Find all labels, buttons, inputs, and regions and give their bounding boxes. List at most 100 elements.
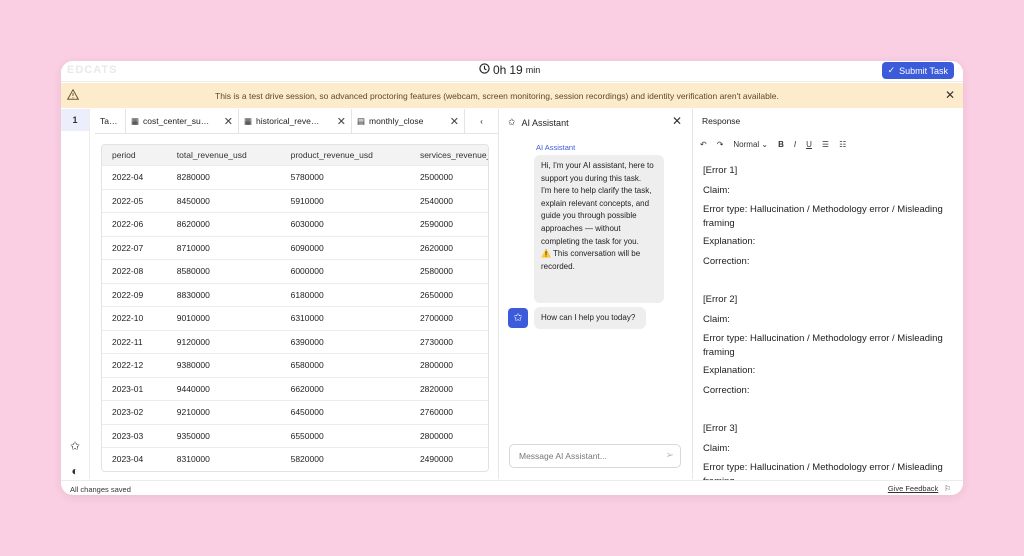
table-cell[interactable]: 9120000 [166,329,281,354]
bullet-list-icon[interactable]: ☷ [839,140,846,149]
table-cell[interactable]: 2560000 [409,470,488,471]
table-row[interactable]: 2022-08 8580000 6000000 2580000 [102,259,488,283]
table-row[interactable]: 2023-02 9210000 6450000 2760000 [102,400,488,424]
table-row[interactable]: 2023-03 9350000 6550000 2800000 [102,423,488,448]
table-row[interactable]: 2023-05854000059800002560000 [102,470,488,471]
panel-divider[interactable] [692,109,693,479]
response-editor[interactable]: [Error 1] Claim: Error type: Hallucination… [703,164,953,493]
tabs-scroll-left-button[interactable]: ‹ [465,109,498,133]
table-cell[interactable]: 6550000 [280,423,410,448]
table-row[interactable]: 2022-10 9010000 6310000 2700000 [102,306,488,330]
table-cell[interactable]: 2700000 [409,306,488,330]
give-feedback-link[interactable]: Give Feedback ⚐ [888,484,951,493]
column-header[interactable]: total_revenue_usd [166,145,281,166]
table-cell[interactable]: 8620000 [166,212,281,236]
column-header[interactable]: product_revenue_usd [280,145,410,166]
table-row[interactable]: 2022-11 9120000 6390000 2730000 [102,329,488,354]
close-banner-icon[interactable]: ✕ [945,88,955,102]
table-cell[interactable]: 9010000 [166,306,281,330]
table-cell[interactable]: 6310000 [280,306,410,330]
table-cell[interactable]: 5910000 [280,188,410,213]
table-row[interactable]: 2022-05 8450000 5910000 2540000 [102,188,488,213]
redo-icon[interactable]: ↷ [717,140,724,149]
table-cell[interactable]: 2500000 [409,165,488,189]
table-cell[interactable]: 2022-05 [102,188,167,213]
table-cell[interactable]: 8580000 [166,259,281,283]
table-cell[interactable]: 5820000 [280,447,410,471]
close-tab-icon[interactable]: ✕ [337,115,346,128]
table-row[interactable]: 2023-01 9440000 6620000 2820000 [102,376,488,401]
table-cell[interactable]: 6390000 [280,329,410,354]
table-cell[interactable]: 6090000 [280,235,410,260]
table-cell[interactable]: 9210000 [166,400,281,424]
table-row[interactable]: 2022-06 8620000 6030000 2590000 [102,212,488,236]
table-cell[interactable]: 2760000 [409,400,488,424]
table-cell[interactable]: 5980000 [280,470,410,471]
submit-task-button[interactable]: ✓ Submit Task [881,62,954,79]
contrast-icon[interactable]: ◐ [68,464,82,478]
table-cell[interactable]: 2730000 [409,329,488,354]
table-cell[interactable]: 2580000 [409,259,488,283]
table-cell[interactable]: 2650000 [409,282,488,307]
underline-icon[interactable]: U [806,140,812,149]
table-cell[interactable]: 2490000 [409,447,488,471]
table-cell[interactable]: 2800000 [409,423,488,448]
column-header[interactable]: services_revenue_usd [409,145,488,166]
close-tab-icon[interactable]: ✕ [450,115,459,128]
table-cell[interactable]: 2022-12 [102,353,167,377]
table-cell[interactable]: 8710000 [166,235,281,260]
table-cell[interactable]: 2023-03 [102,423,167,448]
sparkle-star-icon[interactable]: ✩ [68,439,82,453]
table-cell[interactable]: 2620000 [409,235,488,260]
ai-message-input[interactable]: Message AI Assistant... ➢ [509,444,681,468]
table-cell[interactable]: 2022-10 [102,306,167,330]
close-ai-panel-icon[interactable]: ✕ [672,114,682,128]
tab-cost-center-summary[interactable]: ▦ cost_center_summary ✕ [126,109,239,133]
table-cell[interactable]: 2022-09 [102,282,167,307]
table-cell[interactable]: 5780000 [280,165,410,189]
table-cell[interactable]: 2590000 [409,212,488,236]
table-cell[interactable]: 8540000 [166,470,281,471]
undo-icon[interactable]: ↶ [700,140,707,149]
table-cell[interactable]: 8310000 [166,447,281,471]
bold-icon[interactable]: B [778,140,784,149]
table-cell[interactable]: 2800000 [409,353,488,377]
table-cell[interactable]: 8830000 [166,282,281,307]
table-cell[interactable]: 2023-01 [102,376,167,401]
close-tab-icon[interactable]: ✕ [224,115,233,128]
table-cell[interactable]: 8450000 [166,188,281,213]
table-cell[interactable]: 2022-11 [102,329,167,354]
table-cell[interactable]: 6000000 [280,259,410,283]
table-cell[interactable]: 9380000 [166,353,281,377]
table-cell[interactable]: 2820000 [409,376,488,401]
table-cell[interactable]: 9440000 [166,376,281,401]
table-cell[interactable]: 6620000 [280,376,410,401]
table-cell[interactable]: 2023-02 [102,400,167,424]
table-cell[interactable]: 8280000 [166,165,281,189]
table-cell[interactable]: 6180000 [280,282,410,307]
table-cell[interactable]: 6580000 [280,353,410,377]
table-cell[interactable]: 2023-05 [102,470,167,471]
ordered-list-icon[interactable]: ☰ [822,140,829,149]
table-row[interactable]: 2022-07 8710000 6090000 2620000 [102,235,488,260]
table-cell[interactable]: 2540000 [409,188,488,213]
table-cell[interactable]: 9350000 [166,423,281,448]
send-icon[interactable]: ➢ [666,450,674,461]
task-number-button[interactable]: 1 [61,109,89,131]
table-row[interactable]: 2022-04 8280000 5780000 2500000 [102,165,488,189]
table-row[interactable]: 2022-12 9380000 6580000 2800000 [102,353,488,377]
table-cell[interactable]: 2022-04 [102,165,167,189]
table-cell[interactable]: 6030000 [280,212,410,236]
table-cell[interactable]: 2023-04 [102,447,167,471]
table-cell[interactable]: 6450000 [280,400,410,424]
tab-historical-revenue[interactable]: ▦ historical_revenue ✕ [239,109,352,133]
italic-icon[interactable]: I [794,140,796,149]
table-row[interactable]: 2023-04831000058200002490000Normal Apr [102,447,488,471]
table-cell[interactable]: 2022-07 [102,235,167,260]
table-cell[interactable]: 2022-08 [102,259,167,283]
tab-monthly-close[interactable]: ▤ monthly_close ✕ [352,109,465,133]
panel-divider[interactable] [498,109,499,479]
column-header[interactable]: period [102,145,167,166]
paragraph-style-select[interactable]: Normal ⌄ [733,140,768,149]
table-row[interactable]: 2022-09 8830000 6180000 2650000 [102,282,488,307]
